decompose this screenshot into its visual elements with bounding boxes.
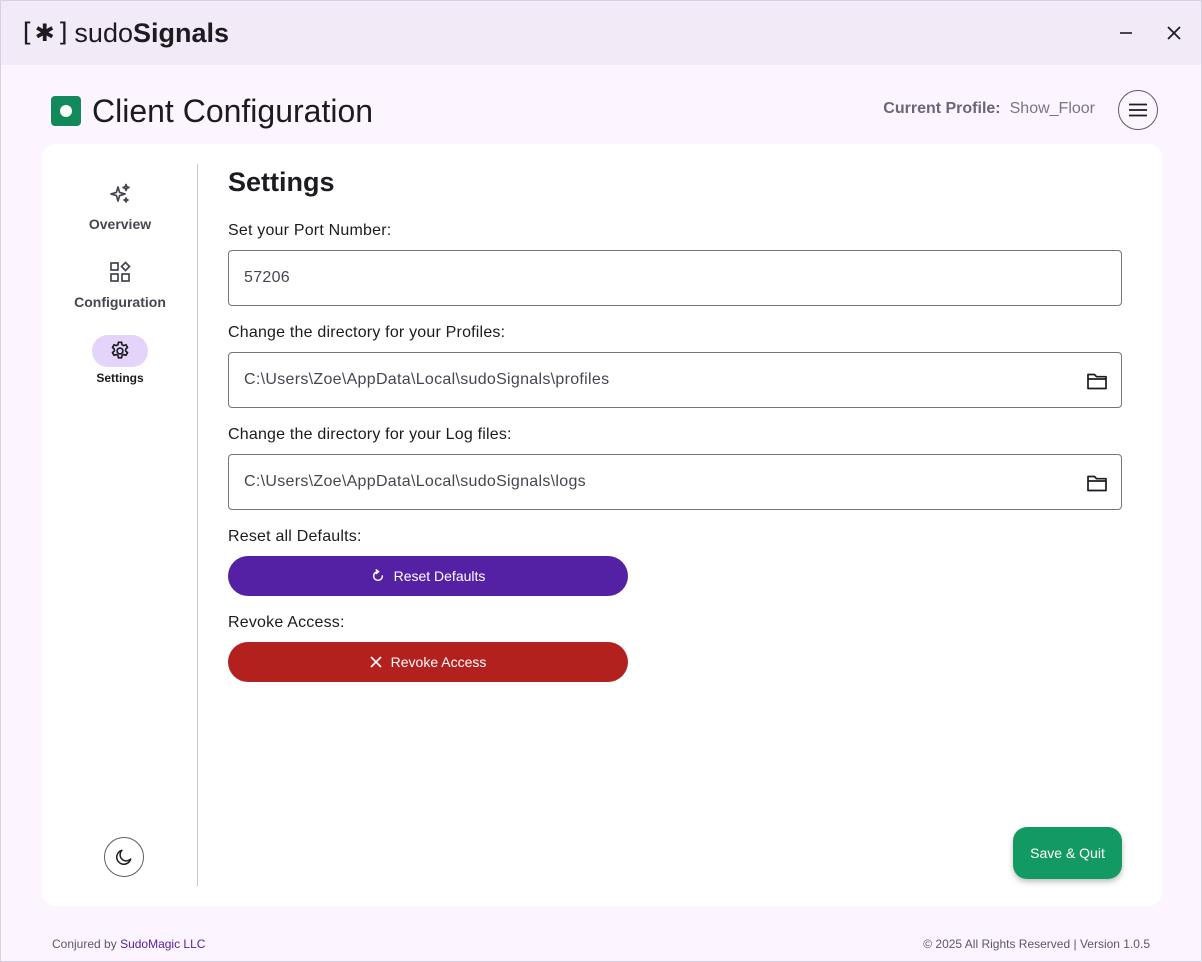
app-logo: [ ✱ ] sudo Signals bbox=[19, 17, 229, 49]
menu-button[interactable] bbox=[1118, 90, 1158, 130]
theme-toggle-button[interactable] bbox=[104, 837, 144, 877]
footer-credit-prefix: Conjured by bbox=[52, 937, 117, 951]
sparkle-icon bbox=[110, 183, 130, 203]
settings-title: Settings bbox=[228, 167, 335, 197]
footer-copyright: © 2025 All Rights Reserved | Version 1.0… bbox=[923, 937, 1150, 951]
close-button[interactable] bbox=[1160, 19, 1188, 47]
revoke-access-button-label: Revoke Access bbox=[390, 654, 487, 670]
reset-defaults-label: Reset all Defaults: bbox=[228, 528, 362, 545]
footer-credit: Conjured by SudoMagic LLC bbox=[52, 937, 205, 951]
folder-icon bbox=[1087, 475, 1107, 492]
app-window: [ ✱ ] sudo Signals Client Configuration … bbox=[0, 0, 1202, 962]
refresh-icon bbox=[372, 569, 383, 582]
port-label: Set your Port Number: bbox=[228, 222, 392, 239]
sudomagic-link[interactable]: SudoMagic LLC bbox=[120, 937, 205, 951]
nav-pill-configuration bbox=[92, 256, 148, 288]
gear-icon bbox=[111, 341, 129, 359]
minimize-button[interactable] bbox=[1112, 19, 1140, 47]
current-profile: Current Profile: Show_Floor bbox=[883, 100, 1095, 118]
port-input[interactable] bbox=[244, 269, 1064, 287]
nav-rail: Overview Configuration Settings bbox=[42, 144, 198, 906]
profiles-dir-field[interactable] bbox=[228, 352, 1122, 408]
nav-label-overview: Overview bbox=[88, 216, 152, 232]
revoke-access-button[interactable]: Revoke Access bbox=[228, 642, 628, 682]
record-icon bbox=[51, 96, 81, 126]
reset-defaults-button[interactable]: Reset Defaults bbox=[228, 556, 628, 596]
nav-item-configuration[interactable]: Configuration bbox=[42, 256, 198, 310]
revoke-access-label: Revoke Access: bbox=[228, 614, 345, 631]
logs-dir-field[interactable] bbox=[228, 454, 1122, 510]
close-icon bbox=[370, 656, 382, 668]
title-bar[interactable]: [ ✱ ] sudo Signals bbox=[1, 1, 1201, 65]
save-quit-button[interactable]: Save & Quit bbox=[1013, 827, 1122, 879]
logo-open-bracket: [ bbox=[19, 18, 35, 48]
moon-icon bbox=[116, 849, 132, 865]
port-field[interactable] bbox=[228, 250, 1122, 306]
logo-star: ✱ bbox=[34, 19, 55, 47]
nav-divider bbox=[197, 164, 198, 886]
logo-sudo-text: sudo bbox=[74, 17, 133, 48]
profiles-dir-input[interactable] bbox=[244, 371, 1064, 389]
nav-label-settings: Settings bbox=[96, 371, 144, 385]
logs-dir-input[interactable] bbox=[244, 473, 1064, 491]
logs-browse-button[interactable] bbox=[1085, 471, 1109, 495]
nav-item-settings[interactable]: Settings bbox=[42, 335, 198, 385]
current-profile-value: Show_Floor bbox=[1009, 100, 1095, 117]
nav-item-overview[interactable]: Overview bbox=[42, 178, 198, 232]
minimize-icon bbox=[1120, 32, 1132, 34]
page-header: Client Configuration bbox=[51, 91, 373, 131]
hamburger-icon bbox=[1129, 103, 1147, 117]
widgets-icon bbox=[110, 261, 131, 282]
logo-close-bracket: ] bbox=[55, 18, 72, 48]
reset-defaults-button-label: Reset Defaults bbox=[393, 568, 486, 584]
main-card: Overview Configuration Settings Settings… bbox=[42, 144, 1162, 906]
nav-label-configuration: Configuration bbox=[74, 294, 166, 310]
logo-signals-text: Signals bbox=[132, 17, 230, 48]
page-title: Client Configuration bbox=[92, 92, 374, 129]
profiles-browse-button[interactable] bbox=[1085, 369, 1109, 393]
current-profile-label: Current Profile: bbox=[883, 100, 1001, 117]
folder-icon bbox=[1087, 373, 1107, 390]
logs-dir-label: Change the directory for your Log files: bbox=[228, 426, 512, 443]
close-icon bbox=[1167, 26, 1181, 40]
nav-pill-overview bbox=[92, 178, 148, 210]
profiles-dir-label: Change the directory for your Profiles: bbox=[228, 324, 506, 341]
nav-pill-settings bbox=[92, 335, 148, 367]
